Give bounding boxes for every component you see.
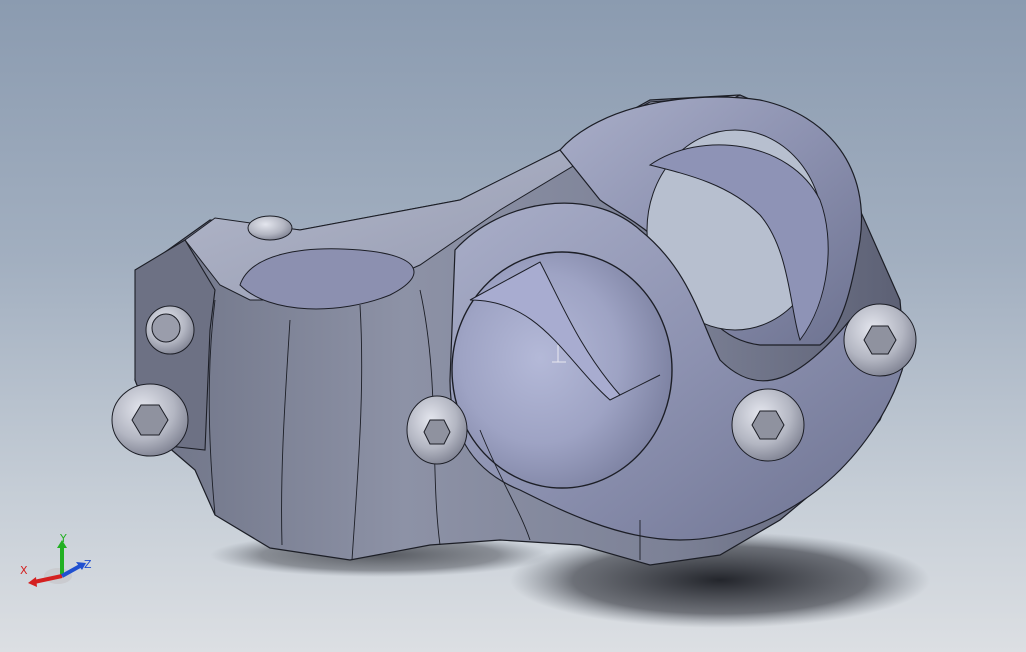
model-render[interactable]: [0, 0, 1026, 652]
triad-y-label: Y: [60, 532, 67, 545]
bolt-steerer-upper[interactable]: [145, 305, 195, 355]
bolt-steerer-lower[interactable]: [111, 383, 189, 457]
triad-x-label: X: [20, 564, 28, 577]
triad-z-label: Z: [84, 558, 92, 571]
graphics-viewport[interactable]: X Y Z: [0, 0, 1026, 652]
bolt-faceplate-left[interactable]: [406, 395, 468, 465]
bolt-faceplate-lower[interactable]: [731, 388, 805, 462]
bolt-rear-top[interactable]: [247, 215, 293, 241]
bar-bore: [451, 251, 673, 489]
bolt-faceplate-upper[interactable]: [843, 303, 917, 377]
reference-triad-icon: X Y Z: [18, 532, 98, 592]
